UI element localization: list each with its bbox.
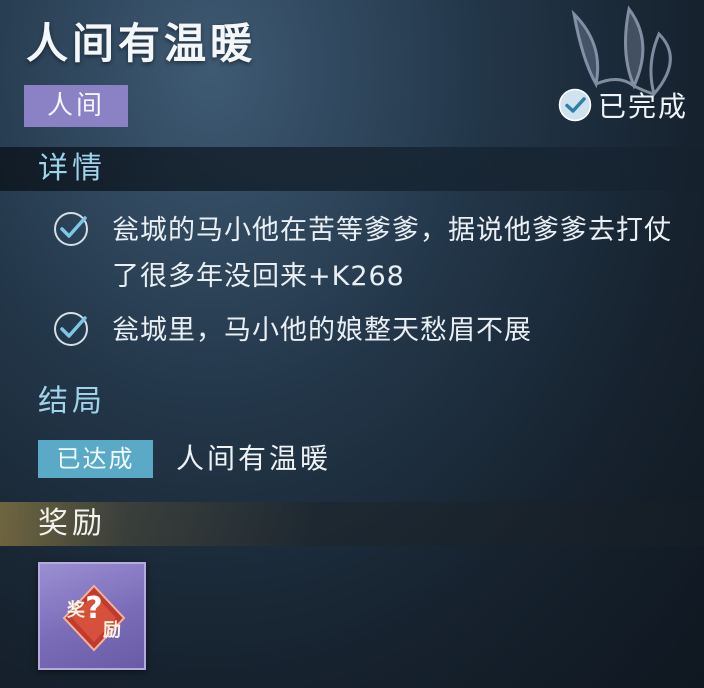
reward-slot[interactable]: ? 奖 励 — [38, 562, 146, 670]
detail-item: 瓮城里，马小他的娘整天愁眉不展 — [52, 308, 692, 354]
quest-status-label: 已完成 — [597, 90, 688, 123]
detail-item: 瓮城的马小他在苦等爹爹，据说他爹爹去打仗了很多年没回来+K268 — [52, 208, 692, 300]
reward-symbol: ? — [85, 591, 102, 626]
reward-heading: 奖励 — [38, 506, 106, 541]
quest-category-tag: 人间 — [24, 85, 128, 127]
ending-status-badge: 已达成 — [38, 440, 153, 478]
mystery-reward-icon: ? 奖 励 — [62, 584, 126, 652]
check-circle-icon — [54, 212, 88, 246]
quest-title: 人间有温暖 — [26, 19, 257, 68]
reward-label-top: 奖 — [67, 599, 86, 621]
quest-status: 已完成 — [558, 84, 688, 126]
detail-item-text: 瓮城里，马小他的娘整天愁眉不展 — [112, 315, 532, 346]
detail-item-text: 瓮城的马小他在苦等爹爹，据说他爹爹去打仗了很多年没回来+K268 — [112, 215, 672, 292]
check-circle-icon — [558, 88, 592, 122]
reward-label-bottom: 励 — [103, 620, 121, 641]
ending-heading: 结局 — [38, 384, 106, 419]
check-circle-icon — [54, 312, 88, 346]
ending-name: 人间有温暖 — [176, 442, 332, 475]
details-heading: 详情 — [38, 151, 106, 186]
